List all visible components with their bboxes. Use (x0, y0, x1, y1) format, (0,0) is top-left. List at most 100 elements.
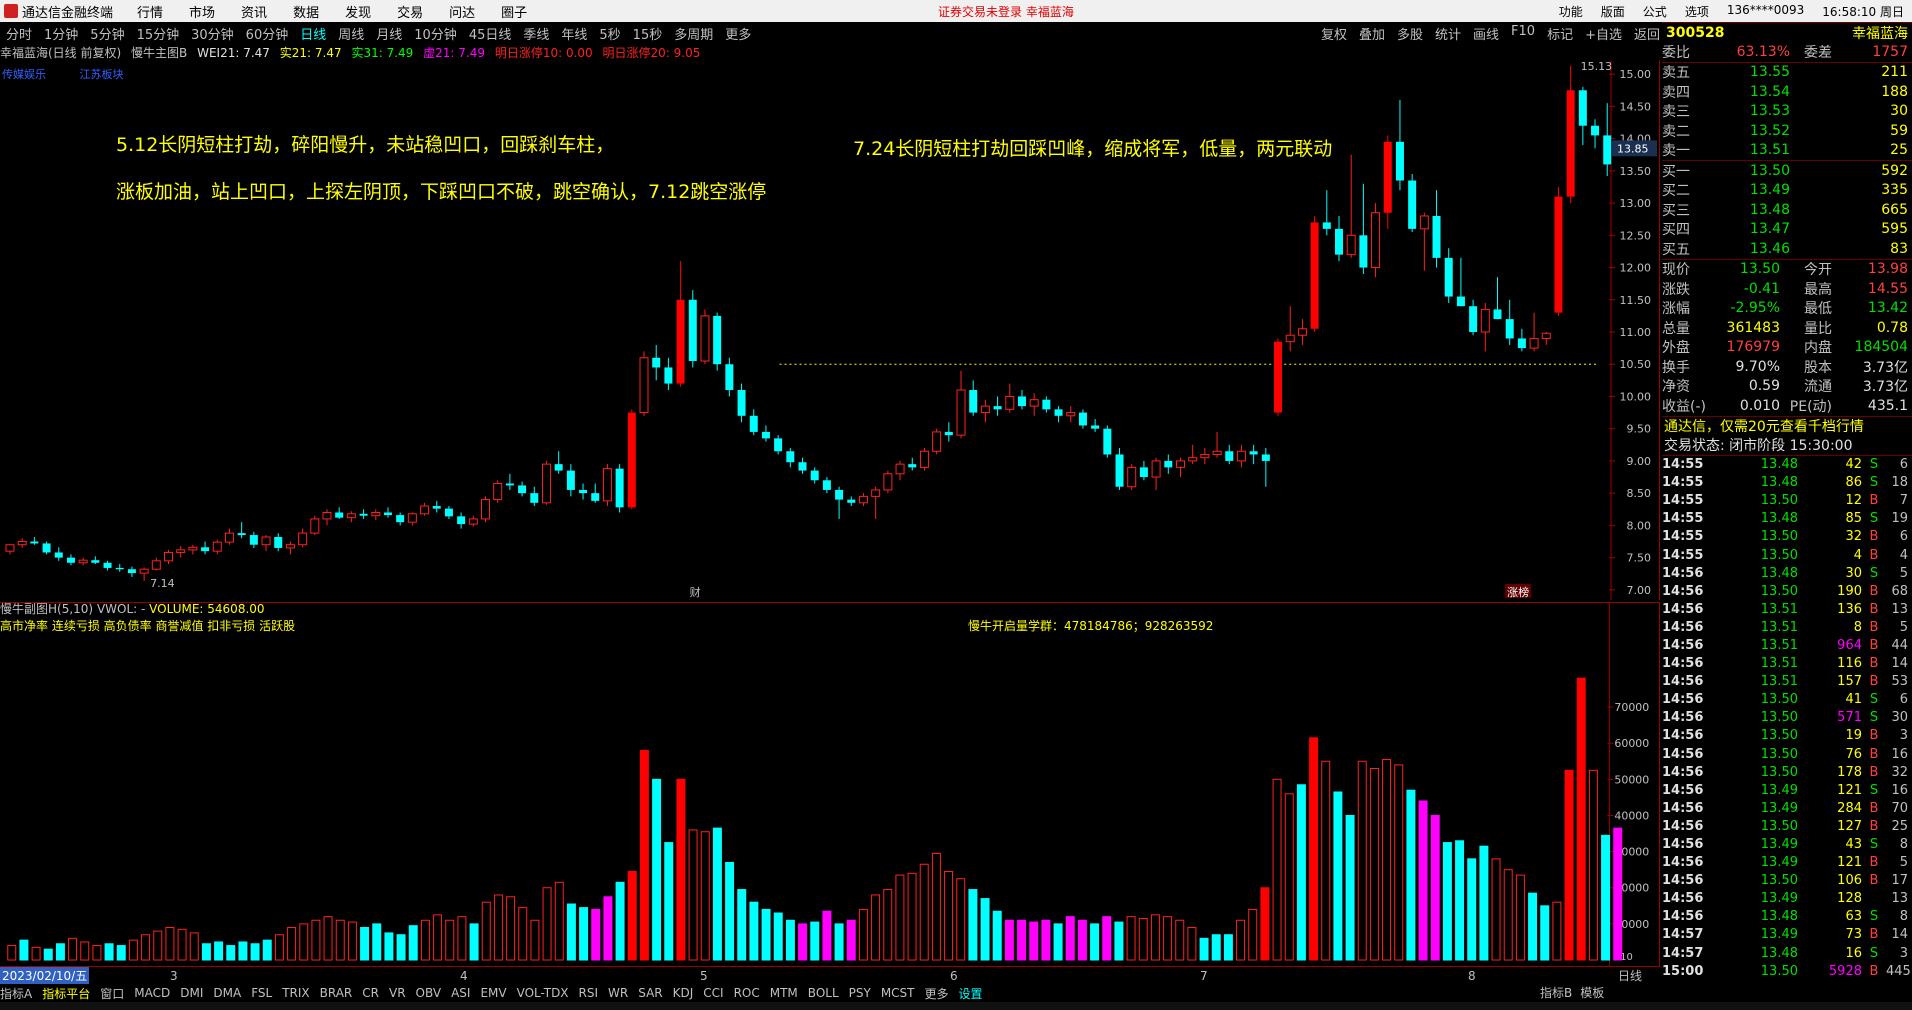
toolbar-button[interactable]: 标记 (1547, 24, 1573, 43)
indicator-tab[interactable]: ASI (451, 986, 470, 1000)
period-tab[interactable]: 年线 (561, 24, 587, 43)
indicator-tab[interactable]: 更多 (925, 985, 949, 1002)
toolbar-button[interactable]: +自选 (1585, 24, 1622, 43)
indicator-tab[interactable]: KDJ (673, 986, 694, 1000)
asks-row[interactable]: 卖二 13.52 59 (1662, 121, 1912, 141)
asks-row[interactable]: 卖五 13.55 211 (1662, 63, 1912, 83)
period-tab[interactable]: 5秒 (599, 24, 620, 43)
menu-item[interactable]: 圈子 (501, 6, 527, 21)
indicator-tab[interactable]: BRAR (320, 986, 353, 1000)
bids-row[interactable]: 买二 13.49 335 (1662, 181, 1912, 201)
indicator-tab[interactable]: BOLL (808, 986, 839, 1000)
indicator-tab[interactable]: OBV (416, 986, 442, 1000)
indicator-tab[interactable]: CR (362, 986, 379, 1000)
tick-price: 13.50 (1760, 692, 1798, 708)
finance-marker[interactable]: 财 (690, 585, 701, 599)
indicator-tab[interactable]: ROC (734, 986, 760, 1000)
menu-item[interactable]: 发现 (345, 6, 371, 21)
period-tab[interactable]: 分时 (6, 24, 32, 43)
indicator-tab[interactable]: PSY (849, 986, 871, 1000)
titlebar-right-item[interactable]: 版面 (1601, 3, 1625, 20)
menu-item[interactable]: 问达 (449, 6, 475, 21)
limit-up-marker[interactable]: 涨榜 (1507, 585, 1529, 599)
tick-time: 14:56 (1662, 637, 1704, 653)
indicator-tab[interactable]: EMV (480, 986, 506, 1000)
toolbar-button[interactable]: 多股 (1397, 24, 1423, 43)
template-tab[interactable]: 模板 (1580, 984, 1604, 1001)
titlebar-right-item[interactable]: 选项 (1685, 3, 1709, 20)
login-notice[interactable]: 证券交易未登录 幸福蓝海 (938, 3, 1074, 20)
menu-item[interactable]: 交易 (397, 6, 423, 21)
candle (615, 464, 624, 513)
indicator-tab[interactable]: DMA (213, 986, 241, 1000)
volume-bar (80, 941, 90, 961)
bids-row[interactable]: 买三 13.48 665 (1662, 200, 1912, 220)
toolbar-button[interactable]: 返回 (1634, 24, 1660, 43)
period-label[interactable]: 日线 (1618, 967, 1642, 984)
menu-item[interactable]: 资讯 (241, 6, 267, 21)
indicator-tab[interactable]: DMI (180, 986, 203, 1000)
indicator-tab[interactable]: VR (389, 986, 406, 1000)
volume-bar (652, 778, 662, 961)
toolbar-button[interactable]: F10 (1511, 24, 1535, 43)
indicator-tab[interactable]: RSI (579, 986, 599, 1000)
candle (444, 506, 453, 519)
menu-item[interactable]: 数据 (293, 6, 319, 21)
period-tab[interactable]: 60分钟 (246, 24, 289, 43)
indicator-tab[interactable]: SAR (638, 986, 662, 1000)
candle-body (956, 389, 966, 436)
toolbar-button[interactable]: 叠加 (1359, 24, 1385, 43)
titlebar-right-item[interactable]: 16:58:10 周日 (1822, 3, 1904, 20)
indicator-tab[interactable]: MCST (881, 986, 915, 1000)
indicator-tab[interactable]: CCI (703, 986, 723, 1000)
promo-text[interactable]: 通达信，仅需20元查看千档行情 (1662, 415, 1912, 436)
bids-row[interactable]: 买五 13.46 83 (1662, 239, 1912, 259)
indicator-tab[interactable]: WR (608, 986, 628, 1000)
asks-row[interactable]: 卖一 13.51 25 (1662, 141, 1912, 161)
toolbar-button[interactable]: 画线 (1473, 24, 1499, 43)
indicator-b-tab[interactable]: 指标B (1540, 984, 1572, 1001)
period-tab[interactable]: 季线 (523, 24, 549, 43)
period-tab[interactable]: 日线 (300, 24, 326, 43)
indicator-tab[interactable]: 窗口 (100, 985, 124, 1002)
period-tab[interactable]: 更多 (725, 24, 751, 43)
candle (103, 560, 112, 571)
period-tab[interactable]: 5分钟 (90, 24, 124, 43)
titlebar-right-item[interactable]: 功能 (1559, 3, 1583, 20)
indicator-tab[interactable]: 指标A (0, 985, 32, 1002)
period-tab[interactable]: 15秒 (633, 24, 663, 43)
period-tab[interactable]: 周线 (338, 24, 364, 43)
titlebar-right-item[interactable]: 136****0093 (1727, 3, 1804, 20)
indicator-tab[interactable]: VOL-TDX (517, 986, 569, 1000)
menu-item[interactable]: 行情 (137, 6, 163, 21)
indicator-tab[interactable]: 指标平台 (42, 985, 90, 1002)
bids-row[interactable]: 买四 13.47 595 (1662, 220, 1912, 240)
asks-row[interactable]: 卖三 13.53 30 (1662, 102, 1912, 122)
shi21-value: 实21: 7.47 (279, 46, 342, 60)
indicator-tab[interactable]: TRIX (282, 986, 309, 1000)
bids-row[interactable]: 买一 13.50 592 (1662, 161, 1912, 181)
indicator-tab[interactable]: MTM (770, 986, 798, 1000)
toolbar-button[interactable]: 统计 (1435, 24, 1461, 43)
period-tab[interactable]: 15分钟 (137, 24, 180, 43)
period-tab[interactable]: 30分钟 (191, 24, 234, 43)
toolbar-button[interactable]: 复权 (1321, 24, 1347, 43)
period-tab[interactable]: 月线 (376, 24, 402, 43)
indicator-tab[interactable]: FSL (251, 986, 272, 1000)
indicator-tab[interactable]: MACD (134, 986, 170, 1000)
indicator-tab[interactable]: 设置 (959, 985, 983, 1002)
menu-item[interactable]: 市场 (189, 6, 215, 21)
period-tab[interactable]: 10分钟 (414, 24, 457, 43)
asks-row[interactable]: 卖四 13.54 188 (1662, 82, 1912, 102)
titlebar-right-item[interactable]: 公式 (1643, 3, 1667, 20)
volume-bar (992, 910, 1002, 961)
tick-time: 14:56 (1662, 601, 1704, 617)
indicator-name[interactable]: 慢牛主图B (131, 46, 187, 60)
period-tab[interactable]: 多周期 (674, 24, 713, 43)
period-tab[interactable]: 1分钟 (44, 24, 78, 43)
volume-bar-chart[interactable]: 70000600005000040000300002000010000X10 (0, 602, 1660, 966)
tick-list[interactable]: 14:55 13.48 42 S 6 14:55 13.48 86 S 18 14:55 13.50 1… (1662, 454, 1912, 981)
tick-side: B (1869, 637, 1879, 653)
volume-bar (931, 852, 941, 961)
period-tab[interactable]: 45日线 (469, 24, 512, 43)
